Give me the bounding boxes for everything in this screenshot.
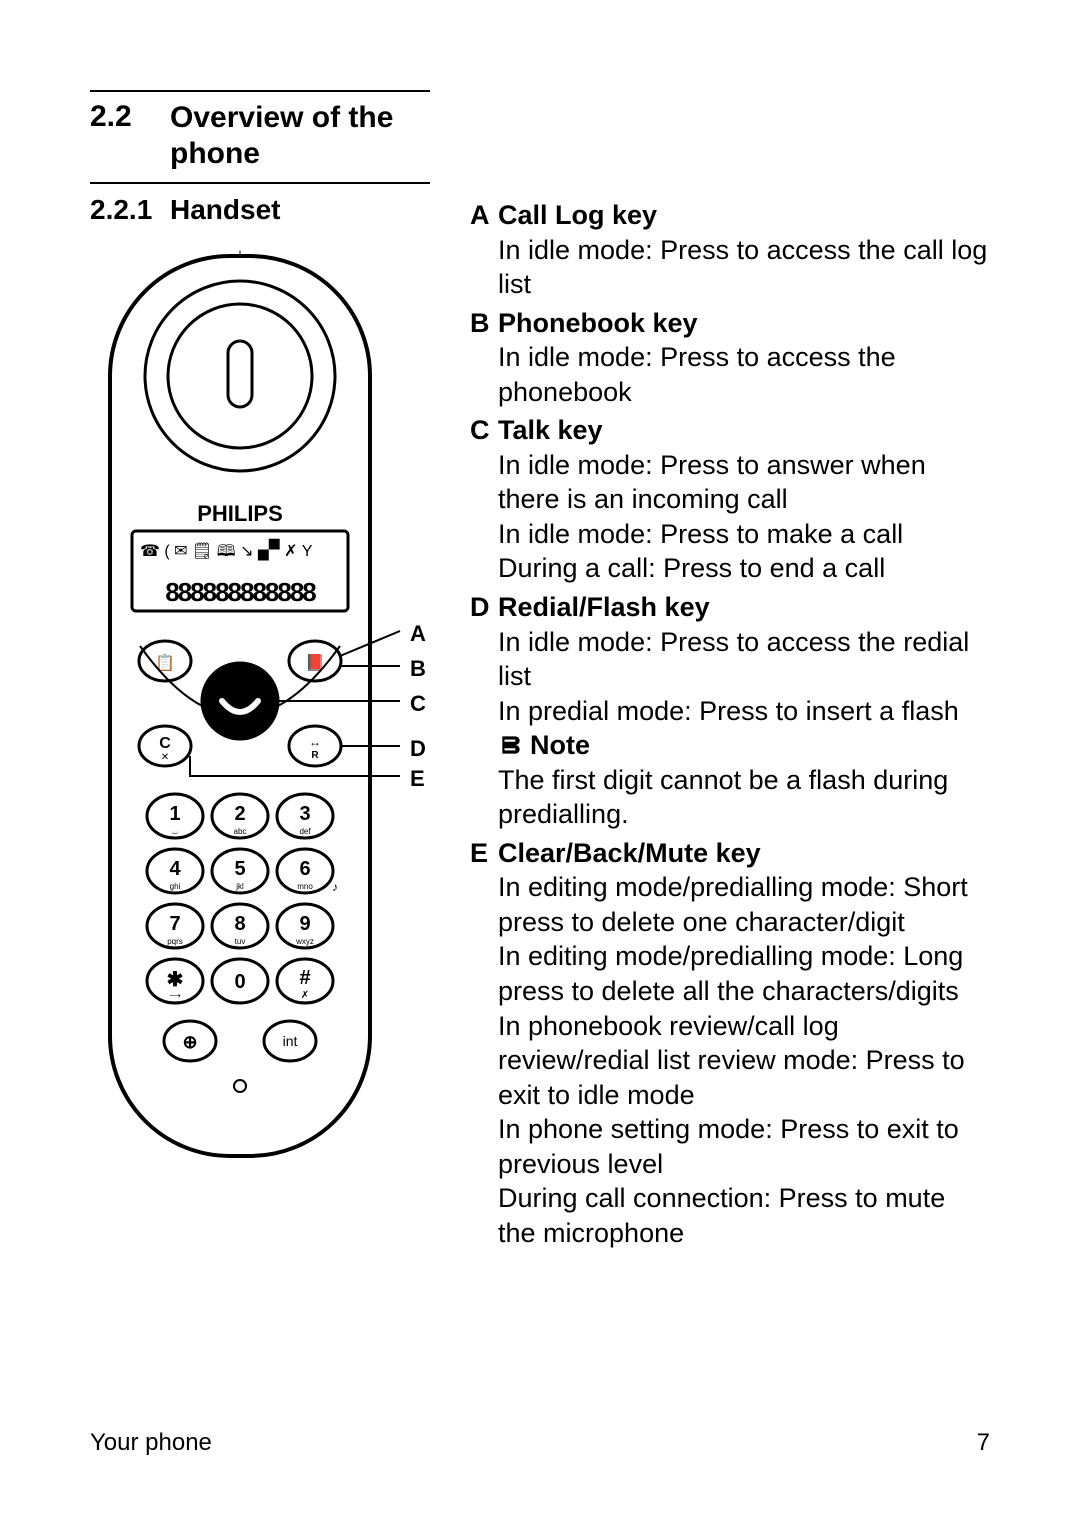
key-D-line-0: In idle mode: Press to access the redial… [470, 625, 990, 694]
key-A-title: Call Log key [498, 198, 657, 233]
svg-text:9: 9 [299, 913, 310, 935]
footer-left: Your phone [90, 1429, 212, 1457]
svg-text:pqrs: pqrs [167, 937, 183, 946]
handset-diagram: PHILIPS ☎ ( ✉ 🗒 🕮 ↘ 🙾 ✗ Y 888888888888 📋… [90, 246, 430, 1206]
display-icons: ☎ ( ✉ 🗒 🕮 ↘ 🙾 ✗ Y [140, 539, 313, 561]
section-title: Overview of the phone [170, 100, 430, 172]
svg-text:6: 6 [299, 858, 310, 880]
svg-text:↔: ↔ [309, 735, 321, 749]
svg-text:3: 3 [299, 803, 310, 825]
key-D: D Redial/Flash key In idle mode: Press t… [470, 590, 990, 832]
key-A-letter: A [470, 198, 498, 233]
callout-B: B [410, 656, 426, 682]
key-B-title: Phonebook key [498, 306, 698, 341]
section-number: 2.2 [90, 100, 170, 134]
callout-D: D [410, 736, 426, 762]
svg-text:wxyz: wxyz [295, 937, 314, 946]
key-E-line-0: In editing mode/predialling mode: Short … [470, 870, 990, 939]
callout-C: C [410, 691, 426, 717]
svg-text:✱: ✱ [167, 969, 184, 991]
key-C-line-2: During a call: Press to end a call [470, 551, 990, 586]
svg-text:jkl: jkl [235, 882, 244, 891]
key-C-letter: C [470, 413, 498, 448]
key-descriptions: A Call Log key In idle mode: Press to ac… [470, 90, 990, 1254]
key-C: C Talk key In idle mode: Press to answer… [470, 413, 990, 586]
page-number: 7 [977, 1429, 990, 1457]
key-E: E Clear/Back/Mute key In editing mode/pr… [470, 836, 990, 1251]
svg-text:C: C [159, 735, 171, 752]
callout-A: A [410, 621, 426, 647]
subsection-heading: 2.2.1 Handset [90, 184, 430, 246]
subsection-number: 2.2.1 [90, 194, 170, 226]
note-icon [498, 732, 524, 758]
svg-text:8: 8 [234, 913, 245, 935]
svg-text:5: 5 [234, 858, 245, 880]
svg-text:def: def [299, 827, 311, 836]
svg-text:0: 0 [234, 971, 245, 993]
key-A-line-0: In idle mode: Press to access the call l… [470, 233, 990, 302]
key-D-letter: D [470, 590, 498, 625]
key-A: A Call Log key In idle mode: Press to ac… [470, 198, 990, 302]
brand-label: PHILIPS [197, 501, 283, 526]
svg-text:4: 4 [169, 858, 181, 880]
callout-E: E [410, 766, 425, 792]
key-D-title: Redial/Flash key [498, 590, 710, 625]
svg-text:tuv: tuv [235, 937, 246, 946]
svg-text:#: # [299, 967, 310, 989]
svg-text:R: R [311, 750, 319, 761]
key-C-line-1: In idle mode: Press to make a call [470, 517, 990, 552]
svg-text:⏘: ⏘ [172, 827, 177, 836]
subsection-title: Handset [170, 194, 280, 226]
svg-text:♪: ♪ [332, 880, 338, 894]
key-E-line-3: In phone setting mode: Press to exit to … [470, 1112, 990, 1181]
svg-text:⟶: ⟶ [169, 991, 181, 1000]
key-E-line-2: In phonebook review/call log review/redi… [470, 1009, 990, 1113]
svg-text:7: 7 [169, 913, 180, 935]
key-E-line-1: In editing mode/predialling mode: Long p… [470, 939, 990, 1008]
svg-text:mno: mno [297, 882, 313, 891]
key-B-letter: B [470, 306, 498, 341]
key-E-line-4: During call connection: Press to mute th… [470, 1181, 990, 1250]
key-E-title: Clear/Back/Mute key [498, 836, 761, 871]
key-E-letter: E [470, 836, 498, 871]
svg-text:abc: abc [234, 827, 247, 836]
key-D-note-body: The first digit cannot be a flash during… [470, 763, 990, 832]
key-D-line-1: In predial mode: Press to insert a flash [470, 694, 990, 729]
note-label: Note [530, 728, 590, 763]
svg-text:✗: ✗ [301, 990, 309, 1001]
svg-text:1: 1 [169, 803, 180, 825]
svg-text:2: 2 [234, 803, 245, 825]
svg-text:int: int [283, 1033, 298, 1049]
key-C-line-0: In idle mode: Press to answer when there… [470, 448, 990, 517]
key-B-line-0: In idle mode: Press to access the phoneb… [470, 340, 990, 409]
key-B: B Phonebook key In idle mode: Press to a… [470, 306, 990, 410]
svg-text:✕: ✕ [161, 752, 169, 763]
display-digits: 888888888888 [165, 577, 316, 607]
key-C-title: Talk key [498, 413, 603, 448]
svg-text:ghi: ghi [170, 882, 181, 891]
section-heading: 2.2 Overview of the phone [90, 92, 430, 182]
svg-text:⊕: ⊕ [182, 1032, 197, 1052]
